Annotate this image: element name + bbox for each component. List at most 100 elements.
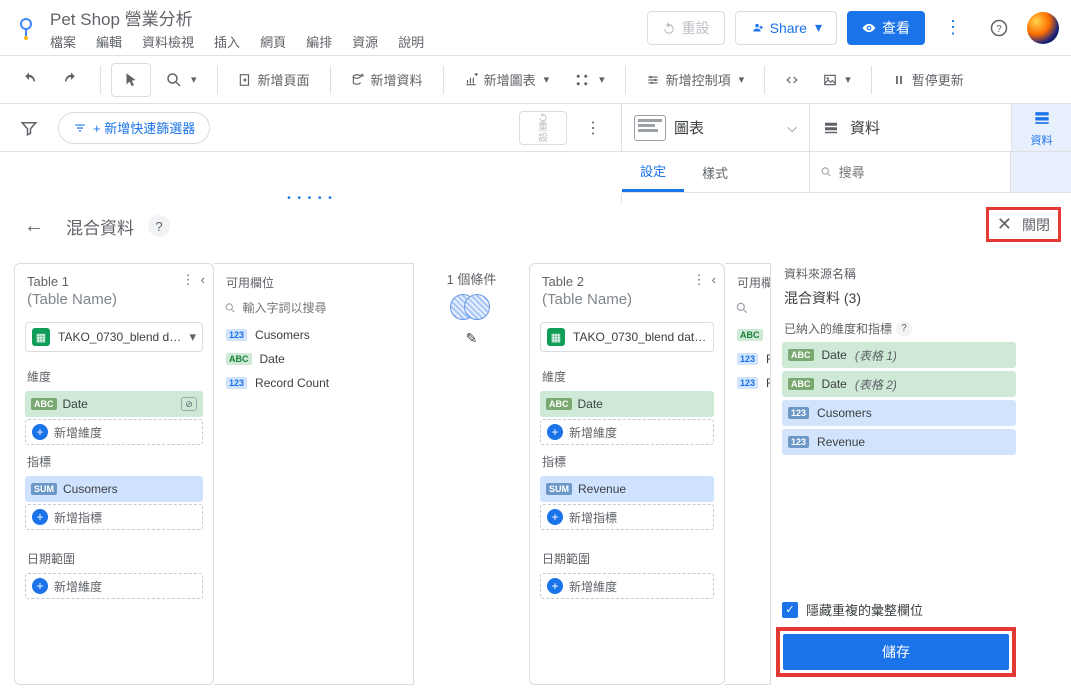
menu-arrange[interactable]: 編排 bbox=[306, 32, 332, 51]
data-side-tab[interactable]: 資料 bbox=[1011, 104, 1071, 151]
doc-title[interactable]: Pet Shop 營業分析 bbox=[50, 5, 424, 30]
datasource-selector[interactable]: ▦ TAKO_0730_blend data_example… bbox=[540, 322, 714, 352]
blend-body: ⋮‹ Table 1 (Table Name) ▦ TAKO_0730_blen… bbox=[0, 249, 1071, 699]
data-search[interactable] bbox=[820, 165, 1000, 180]
menu-page[interactable]: 網頁 bbox=[260, 32, 286, 51]
add-metric-button[interactable]: +新增指標 bbox=[25, 504, 203, 530]
table-chart-icon bbox=[634, 115, 666, 141]
add-data-button[interactable]: 新增資料 bbox=[341, 63, 433, 97]
filter-reset-button[interactable]: 重設 bbox=[519, 111, 567, 145]
embed-button[interactable] bbox=[775, 63, 809, 97]
pause-refresh-button[interactable]: 暫停更新 bbox=[882, 63, 974, 97]
add-metric-button[interactable]: +新增指標 bbox=[540, 504, 714, 530]
share-button[interactable]: Share ▾ bbox=[735, 11, 837, 45]
data-panel-title: 資料 bbox=[850, 117, 880, 138]
menu-edit[interactable]: 編輯 bbox=[96, 32, 122, 51]
reset-button[interactable]: 重設 bbox=[647, 11, 725, 45]
close-icon[interactable]: ✕ bbox=[997, 214, 1012, 235]
redo-button[interactable] bbox=[52, 63, 90, 97]
blend-name-input[interactable]: 混合資料 (3) bbox=[776, 284, 1022, 318]
card-more-icon[interactable]: ⋮ bbox=[182, 272, 195, 288]
community-button[interactable]: ▾ bbox=[563, 63, 615, 97]
menubar: 檔案 編輯 資料檢視 插入 網頁 編排 資源 說明 bbox=[50, 32, 424, 51]
menu-view[interactable]: 資料檢視 bbox=[142, 32, 194, 51]
chevron-down-icon: ▾ bbox=[815, 19, 822, 36]
dim-chip-date[interactable]: ABCDate bbox=[540, 391, 714, 417]
cursor-tool[interactable] bbox=[111, 63, 151, 97]
plus-icon: + bbox=[32, 424, 48, 440]
sheets-icon: ▦ bbox=[547, 328, 565, 346]
included-field[interactable]: 123Revenue bbox=[782, 429, 1016, 455]
included-field[interactable]: 123Cusomers bbox=[782, 400, 1016, 426]
add-dimension-button[interactable]: +新增維度 bbox=[25, 419, 203, 445]
link-icon: ⊘ bbox=[181, 397, 197, 411]
included-field[interactable]: ABCDate(表格 1) bbox=[782, 342, 1016, 368]
close-button-highlight: ✕ 關閉 bbox=[986, 207, 1061, 242]
fields-search[interactable] bbox=[224, 301, 403, 315]
field-item[interactable]: 123Record Count bbox=[214, 371, 413, 395]
tab-style[interactable]: 樣式 bbox=[684, 152, 746, 192]
menu-resource[interactable]: 資源 bbox=[352, 32, 378, 51]
toolbar: ▾ 新增頁面 新增資料 新增圖表▾ ▾ 新增控制項▾ ▾ 暫停更新 bbox=[0, 56, 1071, 104]
view-button[interactable]: 查看 bbox=[847, 11, 925, 45]
blend-panel-header: ← 混合資料 ? ✕ 關閉 bbox=[0, 203, 1071, 249]
add-quick-filter-button[interactable]: + 新增快速篩選器 bbox=[58, 112, 210, 144]
field-item[interactable]: 123Cusomers bbox=[214, 323, 413, 347]
add-page-button[interactable]: 新增頁面 bbox=[228, 63, 320, 97]
add-chart-button[interactable]: 新增圖表▾ bbox=[454, 63, 560, 97]
dim-chip-date[interactable]: ABCDate⊘ bbox=[25, 391, 203, 417]
table2-fields: 可用欄位 ABCD 123R 123R bbox=[725, 263, 771, 685]
add-dimension-button[interactable]: +新增維度 bbox=[540, 419, 714, 445]
table2-card: ⋮‹ Table 2 (Table Name) ▦ TAKO_0730_blen… bbox=[529, 263, 725, 685]
image-button[interactable]: ▾ bbox=[813, 63, 861, 97]
save-button[interactable]: 儲存 bbox=[783, 634, 1009, 670]
filter-more-icon[interactable]: ⋮ bbox=[575, 110, 611, 146]
app-header: Pet Shop 營業分析 檔案 編輯 資料檢視 插入 網頁 編排 資源 說明 … bbox=[0, 0, 1071, 56]
edit-pencil-icon[interactable]: ✎ bbox=[466, 330, 478, 347]
chevron-down-icon: ▾ bbox=[189, 329, 196, 345]
avatar[interactable] bbox=[1027, 12, 1059, 44]
join-config[interactable]: 1 個條件 ✎ bbox=[414, 263, 529, 685]
chevron-down-icon: ⌵ bbox=[787, 120, 797, 136]
menu-file[interactable]: 檔案 bbox=[50, 32, 76, 51]
filter-icon[interactable] bbox=[10, 111, 48, 145]
undo-button[interactable] bbox=[10, 63, 48, 97]
drag-handle-icon[interactable]: • • • • • bbox=[287, 193, 334, 203]
save-button-highlight: 儲存 bbox=[776, 627, 1016, 677]
title-block: Pet Shop 營業分析 檔案 編輯 資料檢視 插入 網頁 編排 資源 說明 bbox=[50, 5, 424, 51]
table1-card: ⋮‹ Table 1 (Table Name) ▦ TAKO_0730_blen… bbox=[14, 263, 214, 685]
help-icon[interactable]: ? bbox=[981, 10, 1017, 46]
close-label[interactable]: 關閉 bbox=[1022, 215, 1050, 235]
datasource-selector[interactable]: ▦ TAKO_0730_blend data_example_customers… bbox=[25, 322, 203, 352]
header-right: 重設 Share ▾ 查看 ⋮ ? bbox=[647, 10, 1059, 46]
help-icon[interactable]: ? bbox=[896, 321, 912, 337]
add-control-button[interactable]: 新增控制項▾ bbox=[636, 63, 755, 97]
checkbox-icon: ✓ bbox=[782, 602, 798, 618]
zoom-tool[interactable]: ▾ bbox=[155, 63, 207, 97]
chart-type-selector[interactable]: 圖表 ⌵ bbox=[634, 115, 797, 141]
help-icon[interactable]: ? bbox=[148, 215, 170, 237]
more-menu-button[interactable]: ⋮ bbox=[935, 10, 971, 46]
data-icon bbox=[822, 119, 840, 137]
collapse-icon[interactable]: ‹ bbox=[712, 272, 716, 288]
svg-text:?: ? bbox=[996, 23, 1002, 34]
collapse-icon[interactable]: ‹ bbox=[201, 272, 205, 288]
metric-chip-customers[interactable]: SUMCusomers bbox=[25, 476, 203, 502]
metric-chip-revenue[interactable]: SUMRevenue bbox=[540, 476, 714, 502]
sheets-icon: ▦ bbox=[32, 328, 50, 346]
add-daterange-button[interactable]: +新增維度 bbox=[25, 573, 203, 599]
table1-fields: 可用欄位 123Cusomers ABCDate 123Record Count bbox=[214, 263, 414, 685]
field-item[interactable]: ABCDate bbox=[214, 347, 413, 371]
hide-duplicate-checkbox[interactable]: ✓ 隱藏重複的彙整欄位 bbox=[776, 592, 1016, 627]
included-field[interactable]: ABCDate(表格 2) bbox=[782, 371, 1016, 397]
blend-title: 混合資料 bbox=[66, 214, 134, 239]
menu-help[interactable]: 說明 bbox=[398, 32, 424, 51]
tab-setup[interactable]: 設定 bbox=[622, 152, 684, 192]
card-more-icon[interactable]: ⋮ bbox=[693, 272, 706, 288]
app-logo bbox=[12, 14, 40, 42]
menu-insert[interactable]: 插入 bbox=[214, 32, 240, 51]
back-arrow-icon[interactable]: ← bbox=[16, 208, 52, 244]
add-daterange-button[interactable]: +新增維度 bbox=[540, 573, 714, 599]
venn-icon bbox=[450, 294, 494, 326]
blend-output-panel: 資料來源名稱 混合資料 (3) 已納入的維度和指標 ? ABCDate(表格 1… bbox=[770, 263, 1022, 685]
